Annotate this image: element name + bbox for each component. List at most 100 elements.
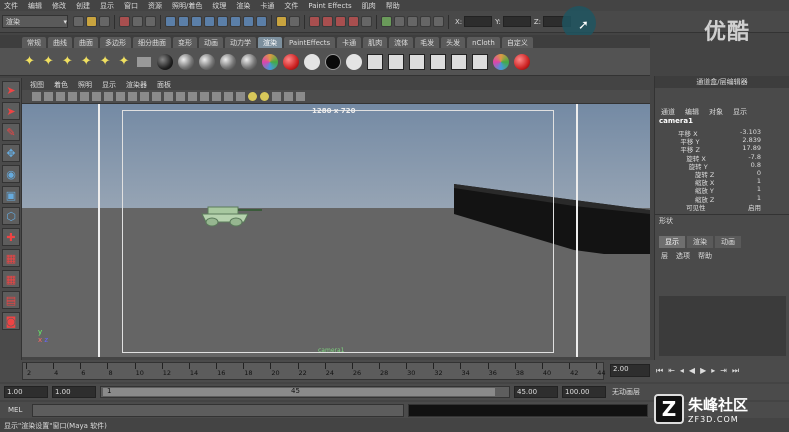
shelf-tab[interactable]: PaintEffects — [284, 37, 336, 48]
play-backwards-icon[interactable]: ◀ — [689, 366, 695, 376]
select-misc-icon[interactable] — [256, 16, 267, 27]
select-tool-icon[interactable]: ➤ — [2, 81, 20, 99]
camera-attributes-icon[interactable] — [56, 92, 65, 101]
grid-icon[interactable] — [92, 92, 101, 101]
shelf-tab[interactable]: 动力学 — [225, 37, 256, 48]
layer-tab-anim[interactable]: 动画 — [715, 235, 741, 248]
lock-camera-icon[interactable] — [44, 92, 53, 101]
surface-shader-icon[interactable] — [304, 53, 321, 70]
shelf-tab[interactable]: 动画 — [199, 37, 223, 48]
menu-lighting-shading[interactable]: 照明/着色 — [172, 1, 202, 11]
animation-start-field[interactable]: 1.00 — [4, 386, 48, 398]
volume-light-icon[interactable]: ✦ — [100, 54, 111, 69]
menu-display[interactable]: 显示 — [100, 1, 114, 11]
manipulator-tool-icon[interactable]: ⬡ — [2, 207, 20, 225]
step-forward-key-icon[interactable]: ⇥ — [720, 366, 727, 376]
shading-map-icon[interactable] — [346, 53, 363, 70]
hypershade-icon[interactable] — [433, 16, 444, 27]
outliner-view-icon[interactable]: ▤ — [2, 291, 20, 309]
hud-icon[interactable] — [296, 92, 305, 101]
channel-attribute-value[interactable]: 1 — [757, 194, 761, 202]
bounding-box-icon[interactable] — [212, 92, 221, 101]
texture-noise-icon[interactable] — [472, 53, 489, 70]
channel-attribute-value[interactable]: 0 — [757, 169, 761, 177]
channel-attribute-value[interactable]: 启用 — [748, 202, 761, 212]
shelf-tab[interactable]: 肌肉 — [363, 37, 388, 48]
camera-icon[interactable] — [137, 56, 152, 67]
channel-attribute-value[interactable]: 1 — [757, 177, 761, 185]
channel-attribute-value[interactable]: 17.89 — [742, 144, 761, 152]
texture-file-icon[interactable] — [430, 53, 447, 70]
playback-end-field[interactable]: 45.00 — [514, 386, 558, 398]
viewport-camera1[interactable]: 1280 x 720 yx z camera1 — [22, 104, 650, 357]
blinn-material-icon[interactable] — [178, 53, 195, 70]
use-default-material-icon[interactable] — [224, 92, 233, 101]
render-view-icon[interactable] — [514, 53, 531, 70]
channel-attribute-row[interactable]: 缩放 Y 1 — [655, 185, 789, 195]
menu-set-dropdown[interactable]: 渲染 ▾ — [2, 15, 68, 28]
mel-label[interactable]: MEL — [0, 406, 32, 414]
shelf-tab[interactable]: 曲线 — [48, 37, 72, 48]
channel-attribute-value[interactable]: -7.8 — [748, 153, 761, 161]
use-background-icon[interactable] — [325, 53, 342, 70]
gate-mask-icon[interactable] — [128, 92, 137, 101]
bookmark-icon[interactable] — [68, 92, 77, 101]
channel-menu-edit[interactable]: 编辑 — [685, 107, 699, 117]
panel-menu-shading[interactable]: 着色 — [54, 80, 68, 90]
ambient-light-icon[interactable]: ✦ — [119, 54, 130, 69]
shadows-icon[interactable] — [260, 92, 269, 101]
lasso-tool-icon[interactable]: ➤ — [2, 102, 20, 120]
layered-shader-icon[interactable] — [283, 53, 300, 70]
all-lights-icon[interactable] — [248, 92, 257, 101]
single-view-icon[interactable]: ▦ — [2, 249, 20, 267]
paint-select-tool-icon[interactable]: ✎ — [2, 123, 20, 141]
play-forwards-icon[interactable]: ▶ — [700, 366, 706, 376]
channel-attribute-value[interactable]: 1 — [757, 185, 761, 193]
image-plane-icon[interactable] — [80, 92, 89, 101]
save-scene-icon[interactable] — [99, 16, 110, 27]
shapes-section[interactable]: 形状 — [655, 213, 789, 228]
current-frame-field[interactable]: 2.00 — [610, 364, 650, 377]
film-gate-icon[interactable] — [104, 92, 113, 101]
channel-attribute-row[interactable]: 缩放 X 1 — [655, 177, 789, 187]
time-ruler[interactable]: 2 4 6 8 10 12 14 16 18 20 22 24 26 28 30 32 34 36 38 40 42 44 — [22, 362, 606, 380]
panel-menu-view[interactable]: 视图 — [30, 80, 44, 90]
texture-ramp-icon[interactable] — [451, 53, 468, 70]
playback-start-field[interactable]: 1.00 — [52, 386, 96, 398]
safe-title-icon[interactable] — [164, 92, 173, 101]
phong-e-material-icon[interactable] — [241, 53, 258, 70]
render-settings-icon[interactable] — [420, 16, 431, 27]
texture-3d-icon[interactable] — [388, 53, 405, 70]
layer-menu-options[interactable]: 选项 — [676, 251, 690, 261]
last-tool-icon[interactable]: ✚ — [2, 228, 20, 246]
shelf-tab[interactable]: 多边形 — [100, 37, 131, 48]
shelf-tab[interactable]: 细分曲面 — [133, 37, 171, 48]
field-chart-icon[interactable] — [140, 92, 149, 101]
layer-menu-layers[interactable]: 层 — [661, 251, 668, 261]
select-dynamics-icon[interactable] — [230, 16, 241, 27]
layer-tab-render[interactable]: 渲染 — [687, 235, 713, 248]
ramp-shader-icon[interactable] — [262, 53, 279, 70]
resolution-gate-icon[interactable] — [116, 92, 125, 101]
select-hierarchy-icon[interactable] — [119, 16, 130, 27]
isolate-select-icon[interactable] — [284, 92, 293, 101]
env-texture-icon[interactable] — [493, 53, 510, 70]
shelf-tab[interactable]: 头发 — [441, 37, 466, 48]
render-frame-icon[interactable] — [394, 16, 405, 27]
area-light-icon[interactable]: ✦ — [81, 54, 92, 69]
channel-attribute-value[interactable]: 2.839 — [742, 136, 761, 144]
select-handles-icon[interactable] — [165, 16, 176, 27]
phong-material-icon[interactable] — [220, 53, 237, 70]
smooth-shade-icon[interactable] — [188, 92, 197, 101]
graph-view-icon[interactable]: ◙ — [2, 312, 20, 330]
channel-attribute-row[interactable]: 可见性 启用 — [655, 202, 789, 212]
shelf-tab[interactable]: 变形 — [173, 37, 197, 48]
select-surfaces-icon[interactable] — [204, 16, 215, 27]
panel-menu-panels[interactable]: 面板 — [157, 80, 171, 90]
snap-point-icon[interactable] — [335, 16, 346, 27]
panel-menu-lighting[interactable]: 照明 — [78, 80, 92, 90]
step-back-key-icon[interactable]: ⇤ — [668, 366, 675, 376]
channel-attribute-row[interactable]: 旋转 Z 0 — [655, 169, 789, 179]
texture-icon[interactable] — [236, 92, 245, 101]
channel-attribute-row[interactable]: 平移 X -3.103 — [655, 128, 789, 138]
